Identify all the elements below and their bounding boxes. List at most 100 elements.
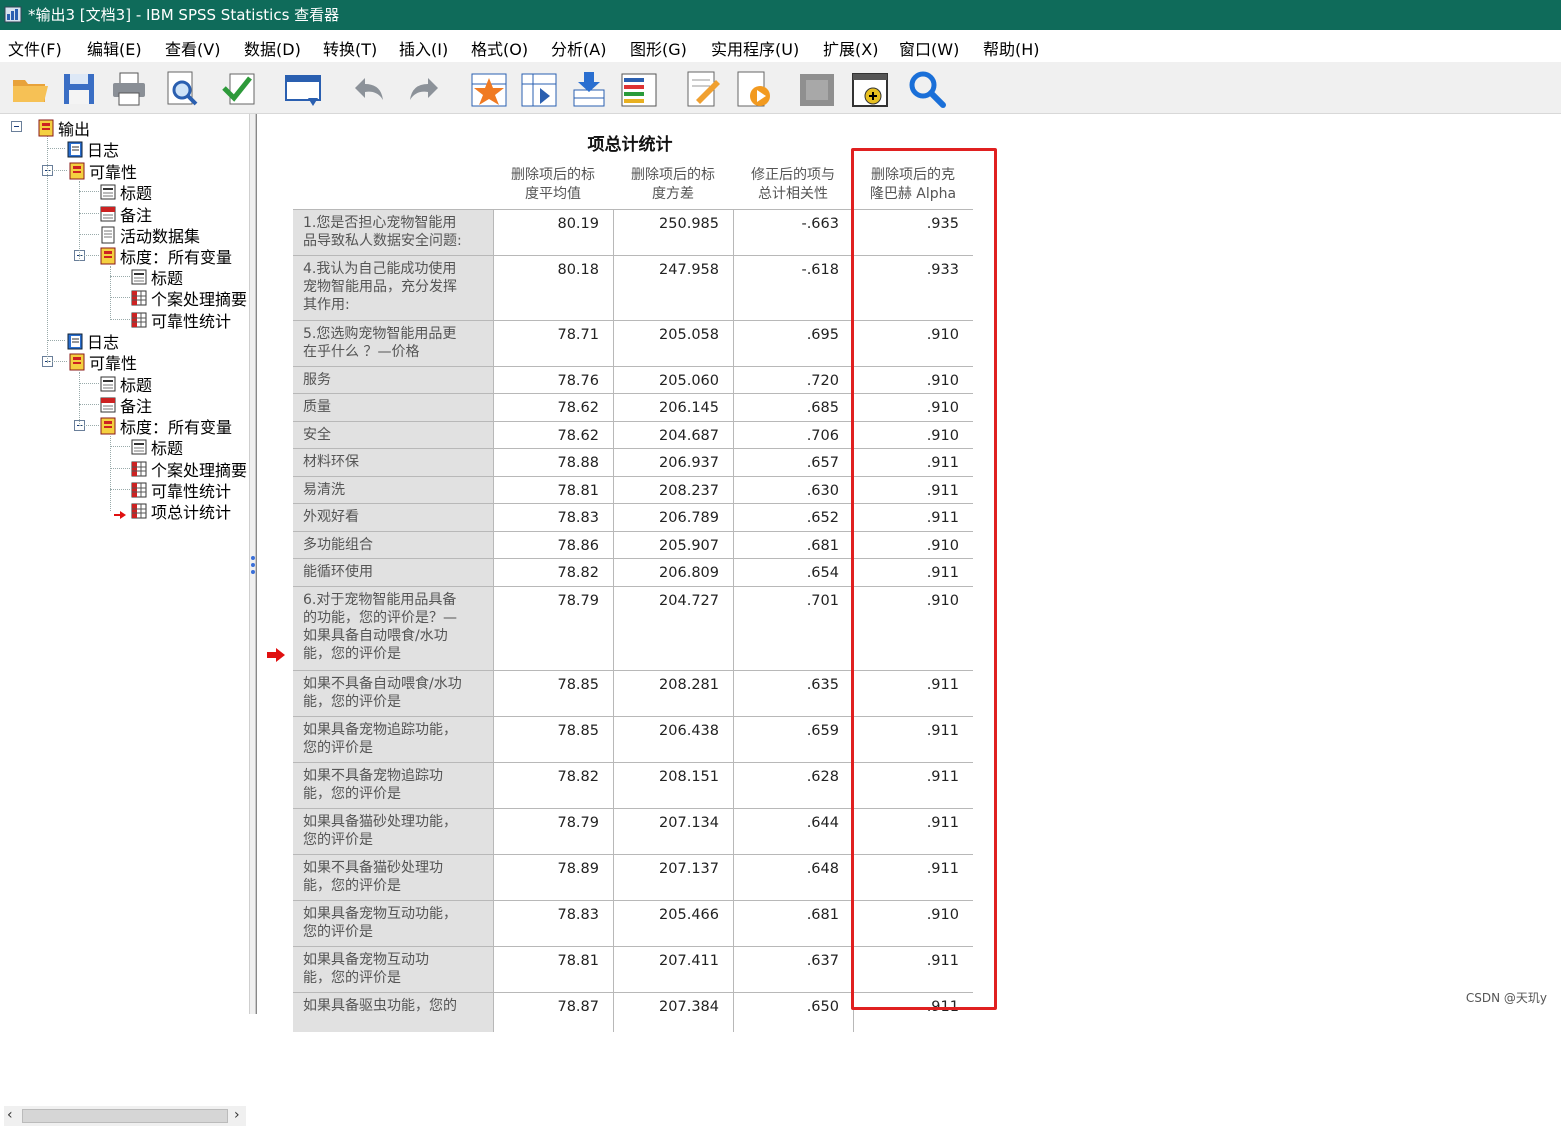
table-cell[interactable]: 78.79 bbox=[493, 587, 613, 670]
table-cell[interactable]: 207.384 bbox=[613, 993, 733, 1032]
outline-node[interactable]: 日志 bbox=[66, 330, 119, 352]
table-cell[interactable]: 205.058 bbox=[613, 321, 733, 366]
insert-output-icon[interactable] bbox=[568, 68, 610, 110]
outline-node[interactable]: 可靠性 bbox=[68, 351, 137, 373]
table-cell[interactable]: .701 bbox=[733, 587, 853, 670]
table-cell[interactable]: .720 bbox=[733, 367, 853, 393]
table-cell[interactable]: 78.62 bbox=[493, 422, 613, 448]
outline-node[interactable]: 标题 bbox=[130, 436, 183, 458]
table-cell[interactable]: .706 bbox=[733, 422, 853, 448]
table-cell[interactable]: 78.79 bbox=[493, 809, 613, 854]
outline-node[interactable]: 标题 bbox=[99, 373, 152, 395]
outline-node[interactable]: 备注 bbox=[99, 394, 152, 416]
table-cell[interactable]: 205.060 bbox=[613, 367, 733, 393]
table-cell[interactable]: 78.76 bbox=[493, 367, 613, 393]
table-cell[interactable]: 80.18 bbox=[493, 256, 613, 320]
redo-icon[interactable] bbox=[404, 68, 446, 110]
show-designated-icon[interactable] bbox=[849, 68, 891, 110]
table-cell[interactable]: 208.151 bbox=[613, 763, 733, 808]
table-cell[interactable]: -.618 bbox=[733, 256, 853, 320]
table-cell[interactable]: 250.985 bbox=[613, 210, 733, 255]
outline-node[interactable]: 标题 bbox=[99, 181, 152, 203]
table-cell[interactable]: 78.62 bbox=[493, 394, 613, 421]
table-cell[interactable]: 78.81 bbox=[493, 947, 613, 992]
menu-item-5[interactable]: 插入(I) bbox=[399, 36, 448, 60]
table-cell[interactable]: .681 bbox=[733, 532, 853, 558]
scroll-left-icon[interactable]: ‹ bbox=[7, 1107, 13, 1123]
table-cell[interactable]: 205.466 bbox=[613, 901, 733, 946]
menu-item-9[interactable]: 实用程序(U) bbox=[711, 36, 799, 60]
outline-node[interactable]: 日志 bbox=[66, 138, 119, 160]
table-cell[interactable]: .652 bbox=[733, 504, 853, 531]
table-cell[interactable]: 78.81 bbox=[493, 477, 613, 503]
outline-node[interactable]: 可靠性统计 bbox=[130, 479, 231, 501]
goto-data-icon[interactable] bbox=[468, 68, 510, 110]
table-cell[interactable]: 206.145 bbox=[613, 394, 733, 421]
column-header[interactable]: 删除项后的标 度平均值 bbox=[493, 166, 613, 210]
open-folder-icon[interactable] bbox=[8, 68, 50, 110]
menu-item-3[interactable]: 数据(D) bbox=[244, 36, 301, 60]
outline-node[interactable]: 标度：所有变量 bbox=[99, 245, 232, 267]
table-cell[interactable]: 247.958 bbox=[613, 256, 733, 320]
table-cell[interactable]: 78.87 bbox=[493, 993, 613, 1032]
menu-item-10[interactable]: 扩展(X) bbox=[823, 36, 878, 60]
outline-node[interactable]: 活动数据集 bbox=[99, 224, 200, 246]
table-cell[interactable]: .685 bbox=[733, 394, 853, 421]
menu-item-6[interactable]: 格式(O) bbox=[471, 36, 528, 60]
table-cell[interactable]: .644 bbox=[733, 809, 853, 854]
print-preview-icon[interactable] bbox=[160, 68, 202, 110]
table-cell[interactable]: .628 bbox=[733, 763, 853, 808]
output-content-pane[interactable]: 项总计统计 删除项后的标 度平均值 删除项后的标 度方差 修正后的项与 总计相关性 删除项后… bbox=[256, 114, 1561, 1032]
column-header[interactable]: 修正后的项与 总计相关性 bbox=[733, 166, 853, 210]
search-icon[interactable] bbox=[906, 68, 948, 110]
table-cell[interactable]: 205.907 bbox=[613, 532, 733, 558]
outline-node[interactable]: 标题 bbox=[130, 266, 183, 288]
print-icon[interactable] bbox=[108, 68, 150, 110]
table-cell[interactable]: .650 bbox=[733, 993, 853, 1032]
table-cell[interactable]: 206.789 bbox=[613, 504, 733, 531]
table-cell[interactable]: 206.809 bbox=[613, 559, 733, 586]
table-cell[interactable]: 206.937 bbox=[613, 449, 733, 476]
edit-output-icon[interactable] bbox=[682, 68, 724, 110]
outline-node[interactable]: 输出 bbox=[37, 117, 90, 139]
table-cell[interactable]: 78.89 bbox=[493, 855, 613, 900]
scroll-right-icon[interactable]: › bbox=[234, 1107, 240, 1123]
outline-node[interactable]: 可靠性统计 bbox=[130, 309, 231, 331]
menu-item-0[interactable]: 文件(F) bbox=[8, 36, 62, 60]
menu-item-12[interactable]: 帮助(H) bbox=[983, 36, 1040, 60]
undo-icon[interactable] bbox=[347, 68, 389, 110]
outline-node[interactable]: 个案处理摘要 bbox=[130, 458, 247, 480]
hide-icon[interactable] bbox=[796, 68, 838, 110]
export-icon[interactable] bbox=[220, 68, 262, 110]
run-script-icon[interactable] bbox=[732, 68, 774, 110]
table-cell[interactable]: .695 bbox=[733, 321, 853, 366]
table-cell[interactable]: .654 bbox=[733, 559, 853, 586]
table-cell[interactable]: 78.85 bbox=[493, 717, 613, 762]
variables-icon[interactable] bbox=[618, 68, 660, 110]
table-cell[interactable]: .657 bbox=[733, 449, 853, 476]
table-cell[interactable]: 78.71 bbox=[493, 321, 613, 366]
outline-node[interactable]: 备注 bbox=[99, 203, 152, 225]
outline-node[interactable]: 项总计统计 bbox=[130, 500, 231, 522]
menu-item-7[interactable]: 分析(A) bbox=[551, 36, 606, 60]
table-cell[interactable]: .659 bbox=[733, 717, 853, 762]
table-cell[interactable]: 204.687 bbox=[613, 422, 733, 448]
recall-dialog-icon[interactable] bbox=[282, 68, 324, 110]
table-cell[interactable]: 208.237 bbox=[613, 477, 733, 503]
table-cell[interactable]: 78.83 bbox=[493, 504, 613, 531]
save-icon[interactable] bbox=[58, 68, 100, 110]
table-cell[interactable]: .681 bbox=[733, 901, 853, 946]
table-cell[interactable]: 80.19 bbox=[493, 210, 613, 255]
goto-case-icon[interactable] bbox=[518, 68, 560, 110]
outline-node[interactable]: 可靠性 bbox=[68, 160, 137, 182]
outline-horizontal-scrollbar[interactable]: ‹ › bbox=[4, 1106, 246, 1126]
table-cell[interactable]: .635 bbox=[733, 671, 853, 716]
table-cell[interactable]: 78.85 bbox=[493, 671, 613, 716]
menu-item-4[interactable]: 转换(T) bbox=[323, 36, 377, 60]
table-cell[interactable]: 207.411 bbox=[613, 947, 733, 992]
table-cell[interactable]: 78.88 bbox=[493, 449, 613, 476]
outline-node[interactable]: 个案处理摘要 bbox=[130, 287, 247, 309]
menu-item-8[interactable]: 图形(G) bbox=[630, 36, 687, 60]
table-cell[interactable]: 207.134 bbox=[613, 809, 733, 854]
column-header[interactable]: 删除项后的标 度方差 bbox=[613, 166, 733, 210]
